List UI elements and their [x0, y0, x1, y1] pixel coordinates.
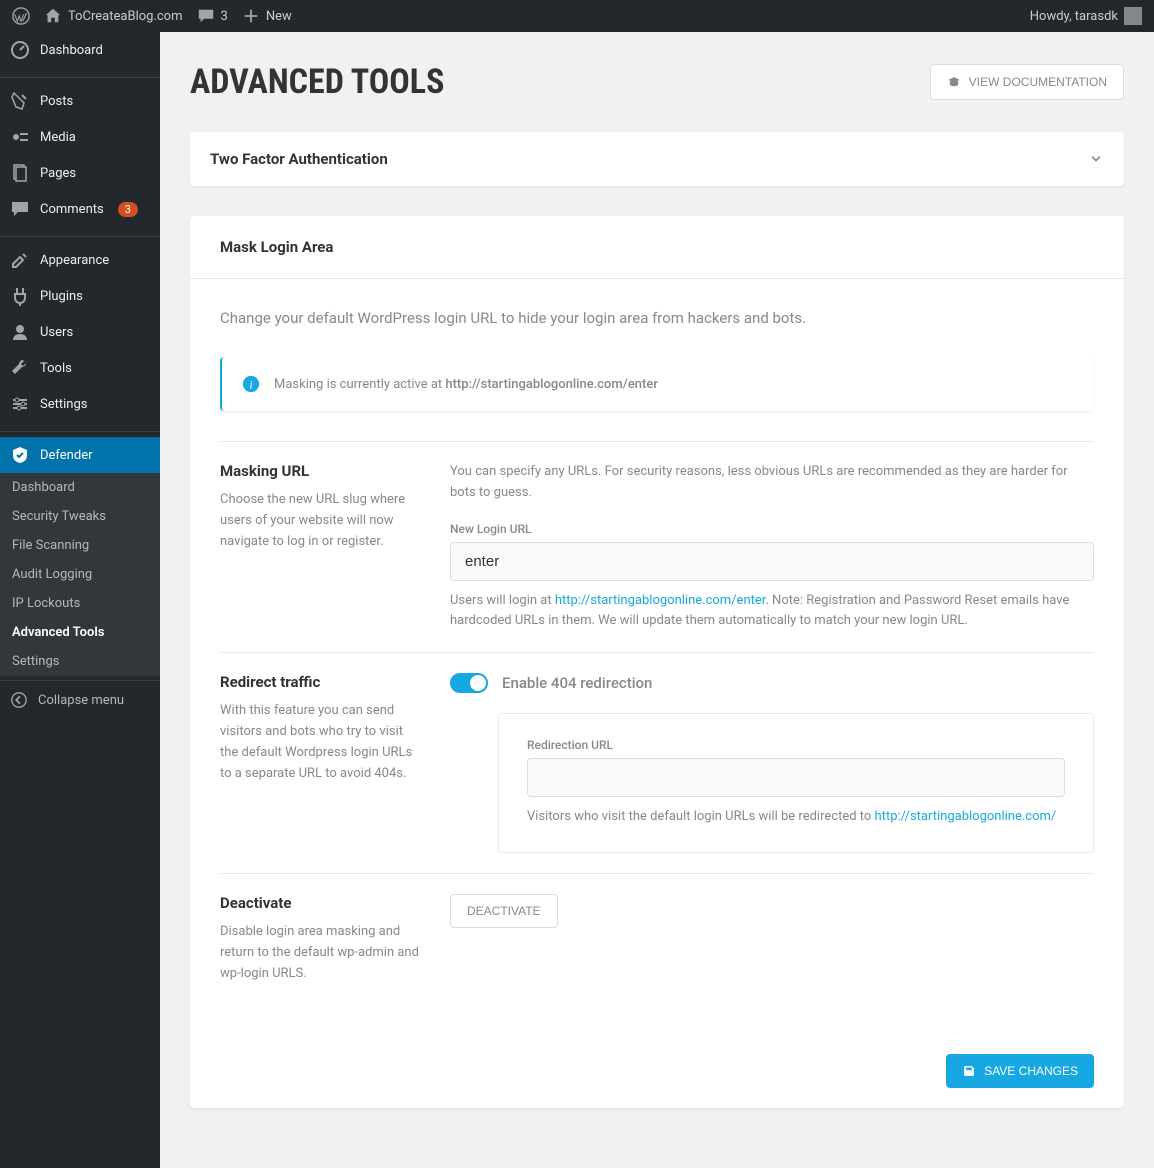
sub-item-audit-logging[interactable]: Audit Logging — [0, 560, 160, 589]
collapse-menu-button[interactable]: Collapse menu — [0, 680, 160, 719]
new-login-url-input[interactable] — [450, 542, 1094, 581]
two-factor-accordion: Two Factor Authentication — [190, 132, 1124, 186]
redirect-toggle[interactable] — [450, 673, 488, 693]
avatar-icon — [1124, 7, 1142, 25]
admin-sidebar: Dashboard Posts Media Pages Comments3 Ap… — [0, 32, 160, 1168]
new-login-url-note: Users will login at http://startingablog… — [450, 591, 1094, 633]
comments-badge: 3 — [118, 202, 138, 217]
home-icon — [44, 7, 62, 25]
view-documentation-button[interactable]: VIEW DOCUMENTATION — [930, 64, 1124, 100]
comment-icon — [197, 7, 215, 25]
redirection-url-link[interactable]: http://startingablogonline.com/ — [875, 809, 1057, 824]
new-link[interactable]: New — [242, 7, 292, 25]
mask-login-header: Mask Login Area — [190, 216, 1124, 279]
defender-submenu: Dashboard Security Tweaks File Scanning … — [0, 473, 160, 676]
sidebar-item-comments[interactable]: Comments3 — [0, 191, 160, 227]
sidebar-item-pages[interactable]: Pages — [0, 155, 160, 191]
redirect-toggle-label: Enable 404 redirection — [502, 674, 652, 692]
svg-text:i: i — [249, 379, 252, 392]
sub-item-security-tweaks[interactable]: Security Tweaks — [0, 502, 160, 531]
sub-item-settings[interactable]: Settings — [0, 647, 160, 676]
account-link[interactable]: Howdy, tarasdk — [1030, 7, 1142, 25]
plus-icon — [242, 7, 260, 25]
sidebar-item-media[interactable]: Media — [0, 119, 160, 155]
sub-item-advanced-tools[interactable]: Advanced Tools — [0, 618, 160, 647]
deactivate-row: Deactivate Disable login area masking an… — [220, 873, 1094, 1004]
masking-url-help: You can specify any URLs. For security r… — [450, 462, 1094, 504]
save-changes-button[interactable]: SAVE CHANGES — [946, 1054, 1094, 1088]
redirect-label: Redirect traffic — [220, 673, 420, 691]
sidebar-item-settings[interactable]: Settings — [0, 386, 160, 422]
admin-toolbar: ToCreateaBlog.com 3 New Howdy, tarasdk — [0, 0, 1154, 32]
redirection-note: Visitors who visit the default login URL… — [527, 807, 1065, 828]
academy-icon — [947, 75, 961, 89]
wp-logo-icon[interactable] — [12, 7, 30, 25]
sidebar-item-appearance[interactable]: Appearance — [0, 242, 160, 278]
sidebar-item-tools[interactable]: Tools — [0, 350, 160, 386]
mask-login-card: Mask Login Area Change your default Word… — [190, 216, 1124, 1108]
sidebar-item-posts[interactable]: Posts — [0, 83, 160, 119]
info-icon: i — [242, 375, 260, 393]
masking-url-row: Masking URL Choose the new URL slug wher… — [220, 441, 1094, 652]
masking-url-label: Masking URL — [220, 462, 420, 480]
sidebar-item-dashboard[interactable]: Dashboard — [0, 32, 160, 68]
info-text: Masking is currently active at http://st… — [274, 377, 658, 392]
deactivate-hint: Disable login area masking and return to… — [220, 922, 420, 984]
mask-description: Change your default WordPress login URL … — [220, 309, 1094, 327]
two-factor-toggle[interactable]: Two Factor Authentication — [190, 132, 1124, 186]
sub-item-file-scanning[interactable]: File Scanning — [0, 531, 160, 560]
howdy-text: Howdy, tarasdk — [1030, 9, 1118, 24]
two-factor-title: Two Factor Authentication — [210, 150, 388, 168]
comment-count: 3 — [221, 9, 228, 24]
chevron-down-icon — [1088, 151, 1104, 167]
new-label: New — [266, 9, 292, 24]
new-login-url-label: New Login URL — [450, 522, 1094, 536]
sidebar-item-users[interactable]: Users — [0, 314, 160, 350]
sub-item-dashboard[interactable]: Dashboard — [0, 473, 160, 502]
page-title: ADVANCED TOOLS — [190, 62, 444, 102]
main-content: ADVANCED TOOLS VIEW DOCUMENTATION Two Fa… — [160, 32, 1154, 1168]
redirect-row: Redirect traffic With this feature you c… — [220, 652, 1094, 873]
masking-url-hint: Choose the new URL slug where users of y… — [220, 490, 420, 552]
redirection-url-label: Redirection URL — [527, 738, 1065, 752]
login-url-link[interactable]: http://startingablogonline.com/enter — [555, 593, 766, 608]
info-banner: i Masking is currently active at http://… — [220, 357, 1094, 411]
sub-item-ip-lockouts[interactable]: IP Lockouts — [0, 589, 160, 618]
comments-link[interactable]: 3 — [197, 7, 228, 25]
redirection-url-input[interactable] — [527, 758, 1065, 797]
site-name: ToCreateaBlog.com — [68, 9, 183, 24]
sidebar-item-plugins[interactable]: Plugins — [0, 278, 160, 314]
sidebar-item-defender[interactable]: Defender — [0, 437, 160, 473]
deactivate-button[interactable]: DEACTIVATE — [450, 894, 558, 928]
redirect-hint: With this feature you can send visitors … — [220, 701, 420, 784]
save-icon — [962, 1064, 976, 1078]
site-link[interactable]: ToCreateaBlog.com — [44, 7, 183, 25]
redirection-box: Redirection URL Visitors who visit the d… — [498, 713, 1094, 853]
deactivate-label: Deactivate — [220, 894, 420, 912]
